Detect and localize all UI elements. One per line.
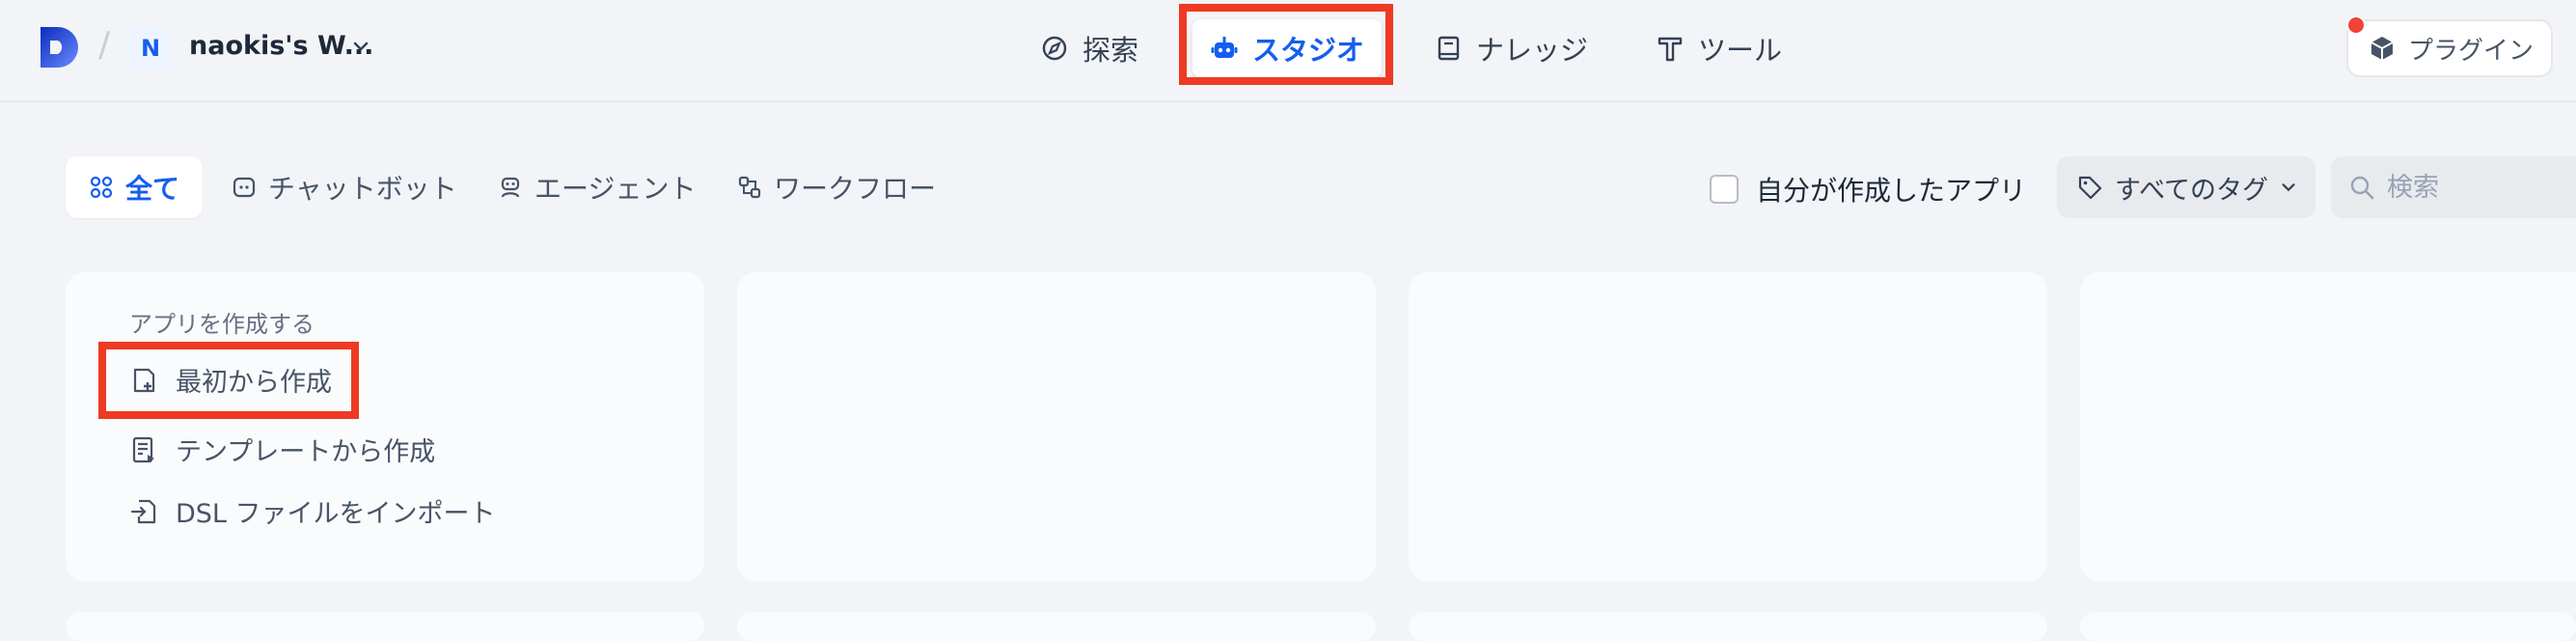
filter-tab-all[interactable]: 全て <box>66 156 204 218</box>
app-card-placeholder[interactable] <box>1409 272 2047 581</box>
template-icon <box>132 436 154 462</box>
app-card-placeholder[interactable] <box>2080 272 2576 581</box>
highlight-box-studio <box>1179 4 1393 85</box>
top-bar: / N naokis's W... 探索 スタジオ ナレッジ ツール プラグイン <box>0 0 2576 102</box>
filter-tab-all-label: 全て <box>125 173 180 205</box>
create-app-title: アプリを作成する <box>129 311 315 338</box>
create-from-template-label: テンプレートから作成 <box>176 437 436 467</box>
app-card-placeholder[interactable] <box>66 612 704 641</box>
tag-filter-dropdown[interactable]: すべてのタグ <box>2057 156 2316 218</box>
app-logo[interactable] <box>37 25 81 70</box>
nav-knowledge[interactable]: ナレッジ <box>1434 19 1588 77</box>
filter-tab-agent[interactable]: エージェント <box>498 156 696 218</box>
chat-bot-icon <box>233 177 256 198</box>
tool-icon <box>1658 37 1683 62</box>
notification-dot <box>2346 15 2366 35</box>
app-card-placeholder[interactable] <box>737 612 1376 641</box>
mine-checkbox[interactable] <box>1710 175 1739 204</box>
nav-explore[interactable]: 探索 <box>1040 19 1138 77</box>
plugin-button[interactable]: プラグイン <box>2346 19 2553 77</box>
highlight-box-create-blank <box>98 342 359 419</box>
create-from-template-button[interactable]: テンプレートから作成 <box>129 431 435 468</box>
workspace-name[interactable]: naokis's W... <box>189 31 373 61</box>
app-card-placeholder[interactable] <box>1409 612 2047 641</box>
import-icon <box>130 499 156 523</box>
search-box[interactable] <box>2331 156 2576 218</box>
search-icon <box>2350 176 2374 200</box>
workflow-icon <box>738 176 761 199</box>
tag-icon <box>2078 176 2102 200</box>
nav-knowledge-label: ナレッジ <box>1476 34 1589 67</box>
app-card-placeholder[interactable] <box>737 272 1376 581</box>
mine-label: 自分が作成したアプリ <box>1756 175 2027 207</box>
filter-tab-chatbot-label: チャットボット <box>268 173 457 205</box>
filter-tab-agent-label: エージェント <box>534 173 697 205</box>
grid-icon <box>90 176 113 199</box>
filter-tab-workflow[interactable]: ワークフロー <box>737 156 936 218</box>
filter-tab-chatbot[interactable]: チャットボット <box>232 156 457 218</box>
breadcrumb-separator: / <box>98 25 111 65</box>
import-dsl-label: DSL ファイルをインポート <box>176 499 496 529</box>
compass-icon <box>1042 36 1067 61</box>
tag-filter-label: すべてのタグ <box>2115 175 2269 206</box>
nav-tools[interactable]: ツール <box>1656 19 1782 77</box>
agent-icon <box>501 177 520 198</box>
nav-explore-label: 探索 <box>1082 34 1139 67</box>
filter-tab-workflow-label: ワークフロー <box>774 173 937 205</box>
workspace-avatar[interactable]: N <box>129 27 172 70</box>
plugin-label: プラグイン <box>2408 36 2535 66</box>
app-card-placeholder[interactable] <box>2080 612 2576 641</box>
search-input[interactable] <box>2385 171 2576 204</box>
chevron-down-icon[interactable] <box>351 37 370 56</box>
mine-filter[interactable]: 自分が作成したアプリ <box>1710 170 2026 209</box>
nav-tools-label: ツール <box>1698 34 1783 67</box>
book-icon <box>1438 36 1460 61</box>
cube-icon <box>2370 37 2394 60</box>
import-dsl-button[interactable]: DSL ファイルをインポート <box>129 492 496 530</box>
chevron-down-icon <box>2282 183 2295 192</box>
